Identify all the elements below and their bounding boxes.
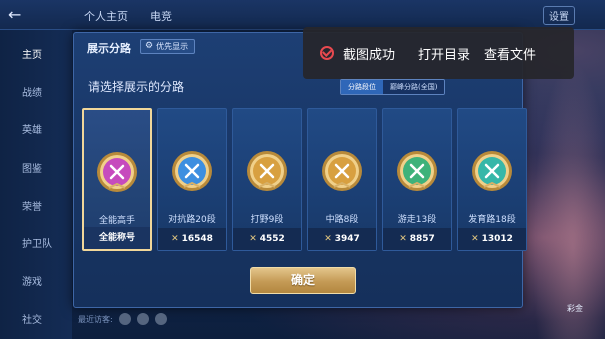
avatar[interactable] (118, 313, 131, 325)
roam-badge-icon (395, 149, 439, 193)
lane-card-footer: 全能称号 (84, 227, 150, 249)
lane-card-footer-text: 13012 (481, 234, 513, 244)
lane-card[interactable]: 游走13段 ✕ 8857 (382, 108, 452, 251)
mid-lane-badge-icon (320, 149, 364, 193)
crossed-swords-icon: ✕ (324, 234, 332, 244)
lane-card[interactable]: 全能高手 全能称号 (82, 108, 152, 251)
avatar[interactable] (154, 313, 167, 325)
crossed-swords-icon: ✕ (399, 234, 407, 244)
jungle-badge-icon (245, 149, 289, 193)
lane-card-footer-text: 16548 (181, 234, 213, 244)
sidebar-item-record[interactable]: 战绩 (0, 82, 72, 106)
check-circle-icon (320, 46, 334, 60)
view-file-link[interactable]: 查看文件 (484, 44, 536, 63)
lane-card-footer-text: 3947 (334, 234, 360, 244)
select-prompt: 请选择展示的分路 (88, 80, 185, 94)
lane-card-footer: ✕ 3947 (308, 228, 376, 250)
floating-badge[interactable]: 彩金 (555, 303, 595, 321)
lane-card-name: 全能高手 (98, 216, 135, 226)
lane-card[interactable]: 对抗路20段 ✕ 16548 (157, 108, 227, 251)
lane-card-name: 发育路18段 (468, 215, 516, 225)
lane-card-name: 中路8段 (325, 215, 359, 225)
lane-card-footer: ✕ 4552 (233, 228, 301, 250)
lane-card-list: 全能高手 全能称号 对抗路20段 ✕ 16548 打野9段 ✕ 4552 中路8段 ✕ 3947 游走… (82, 108, 527, 253)
gear-icon: ⚙ (145, 41, 154, 51)
tab-profile[interactable]: 个人主页 (84, 8, 128, 24)
priority-display-button[interactable]: ⚙ 优先显示 (140, 39, 196, 54)
lane-card[interactable]: 中路8段 ✕ 3947 (307, 108, 377, 251)
back-arrow-icon[interactable]: ← (8, 6, 52, 24)
lane-card-footer: ✕ 8857 (383, 228, 451, 250)
clash-lane-badge-icon (170, 149, 214, 193)
sidebar-item-guard[interactable]: 护卫队 (0, 233, 72, 257)
settings-button[interactable]: 设置 (543, 6, 575, 25)
tab-peak-lane[interactable]: 巅峰分路(全国) (383, 80, 445, 94)
lane-card-name: 对抗路20段 (168, 215, 216, 225)
sidebar: 主页 战绩 英雄 图鉴 荣誉 护卫队 游戏 社交 (0, 30, 72, 339)
lane-card-footer-text: 4552 (259, 234, 285, 244)
lane-card-footer-text: 全能称号 (98, 233, 135, 243)
farm-lane-badge-icon (470, 149, 514, 193)
lane-card-name: 打野9段 (250, 215, 284, 225)
sidebar-item-honor[interactable]: 荣誉 (0, 196, 72, 220)
sidebar-item-codex[interactable]: 图鉴 (0, 158, 72, 182)
tab-lane-rank[interactable]: 分路段位 (341, 80, 383, 94)
sidebar-item-heroes[interactable]: 英雄 (0, 119, 72, 143)
lane-card-name: 游走13段 (397, 215, 437, 225)
tab-esports[interactable]: 电竞 (150, 8, 172, 24)
lane-card[interactable]: 发育路18段 ✕ 13012 (457, 108, 527, 251)
sidebar-item-home[interactable]: 主页 (0, 44, 72, 68)
screenshot-toast: 截图成功 打开目录 查看文件 (303, 27, 574, 79)
sidebar-item-game[interactable]: 游戏 (0, 271, 72, 295)
crossed-swords-icon: ✕ (249, 234, 257, 244)
lane-card-footer: ✕ 13012 (458, 228, 526, 250)
lane-card-footer-text: 8857 (409, 234, 435, 244)
recent-visitors: 最近访客: (78, 313, 167, 325)
crossed-swords-icon: ✕ (471, 234, 479, 244)
all-round-badge-icon (95, 150, 139, 194)
priority-label: 优先显示 (156, 42, 189, 51)
lane-card-footer: ✕ 16548 (158, 228, 226, 250)
sidebar-item-social[interactable]: 社交 (0, 309, 72, 333)
top-bar: ← 个人主页 电竞 设置 (0, 0, 605, 30)
dialog-title: 展示分路 (87, 42, 131, 55)
mode-switch: 分路段位 巅峰分路(全国) (340, 79, 446, 95)
lane-card[interactable]: 打野9段 ✕ 4552 (232, 108, 302, 251)
crossed-swords-icon: ✕ (171, 234, 179, 244)
toast-message: 截图成功 (343, 47, 396, 63)
open-directory-link[interactable]: 打开目录 (418, 44, 470, 63)
avatar[interactable] (136, 313, 149, 325)
recent-visitors-label: 最近访客: (78, 314, 113, 324)
confirm-button[interactable]: 确定 (250, 267, 356, 294)
